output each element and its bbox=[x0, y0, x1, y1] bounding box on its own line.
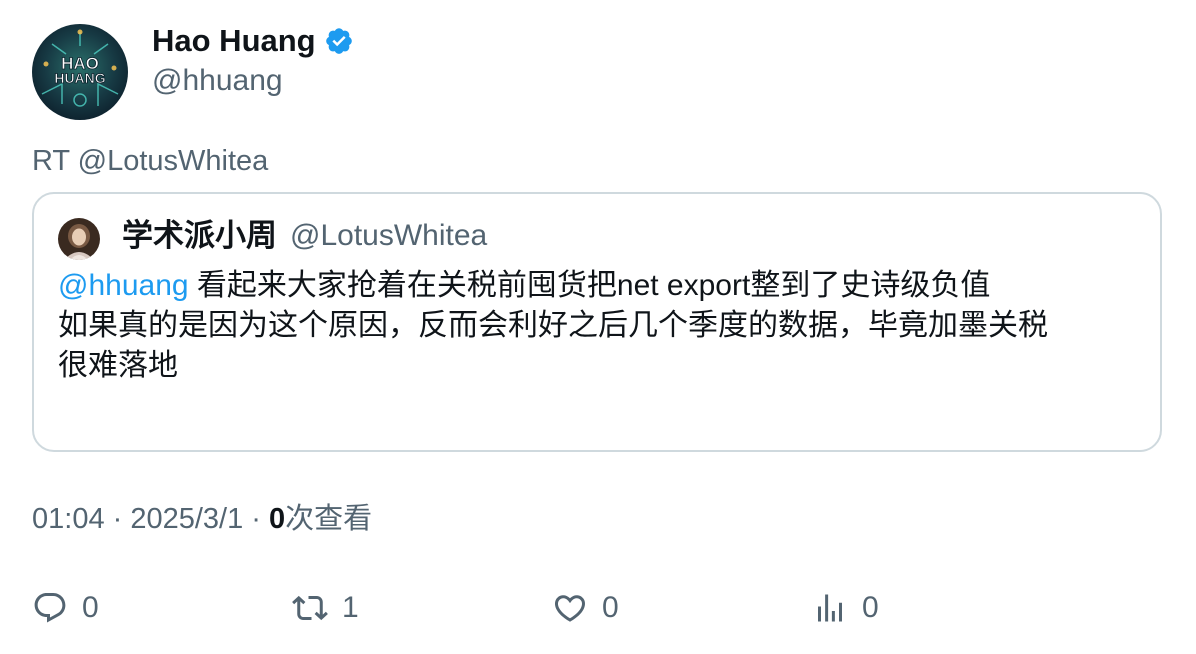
quoted-text-line-3: 很难落地 bbox=[58, 349, 178, 382]
views-button[interactable]: 0 bbox=[812, 588, 879, 628]
quoted-handle: @LotusWhitea bbox=[290, 219, 488, 252]
avatar-image: HAO HUANG bbox=[32, 24, 128, 120]
quoted-text-line-1: @hhuang 看起来大家抢着在关税前囤货把net export整到了史诗级负值 bbox=[58, 266, 1138, 306]
author-name-row: Hao Huang bbox=[152, 22, 354, 60]
views-count: 0 bbox=[269, 503, 286, 535]
quoted-text-line-2: 如果真的是因为这个原因，反而会利好之后几个季度的数据，毕竟加墨关税 bbox=[58, 309, 1048, 342]
like-button[interactable]: 0 bbox=[552, 588, 619, 628]
retweet-count: 1 bbox=[342, 591, 359, 624]
author-display-name[interactable]: Hao Huang bbox=[152, 22, 316, 60]
retweet-button[interactable]: 1 bbox=[292, 588, 359, 628]
author-avatar[interactable]: HAO HUANG bbox=[32, 24, 128, 120]
meta-separator-2: · bbox=[243, 503, 270, 535]
quoted-tweet-text: @hhuang 看起来大家抢着在关税前囤货把net export整到了史诗级负值… bbox=[58, 266, 1138, 386]
reply-count: 0 bbox=[82, 591, 99, 624]
quoted-avatar-image bbox=[58, 218, 100, 260]
analytics-icon bbox=[818, 594, 842, 622]
views-action-count: 0 bbox=[862, 591, 879, 624]
author-handle[interactable]: @hhuang bbox=[152, 62, 283, 100]
tweet-meta: 01:04 · 2025/3/1 · 0次查看 bbox=[32, 500, 372, 538]
reply-icon bbox=[34, 593, 66, 623]
like-count: 0 bbox=[602, 591, 619, 624]
tweet-date[interactable]: 2025/3/1 bbox=[130, 503, 243, 535]
quoted-display-name: 学术派小周 bbox=[122, 218, 277, 253]
heart-icon bbox=[554, 595, 586, 622]
meta-separator-1: · bbox=[104, 503, 131, 535]
mention-link[interactable]: @hhuang bbox=[58, 269, 189, 302]
reply-button[interactable]: 0 bbox=[32, 588, 99, 628]
views-label: 次查看 bbox=[285, 503, 373, 535]
quoted-author-avatar[interactable] bbox=[58, 218, 100, 260]
tweet-time[interactable]: 01:04 bbox=[32, 503, 105, 535]
quoted-tweet-card[interactable]: 学术派小周 @LotusWhitea @hhuang 看起来大家抢着在关税前囤货… bbox=[32, 192, 1162, 452]
quoted-text-line-1-rest: 看起来大家抢着在关税前囤货把net export整到了史诗级负值 bbox=[188, 269, 991, 302]
verified-badge-icon bbox=[325, 28, 352, 54]
retweet-text: RT @LotusWhitea bbox=[32, 145, 269, 177]
avatar-text-bottom: HUANG bbox=[54, 70, 105, 86]
retweet-icon bbox=[292, 595, 328, 621]
